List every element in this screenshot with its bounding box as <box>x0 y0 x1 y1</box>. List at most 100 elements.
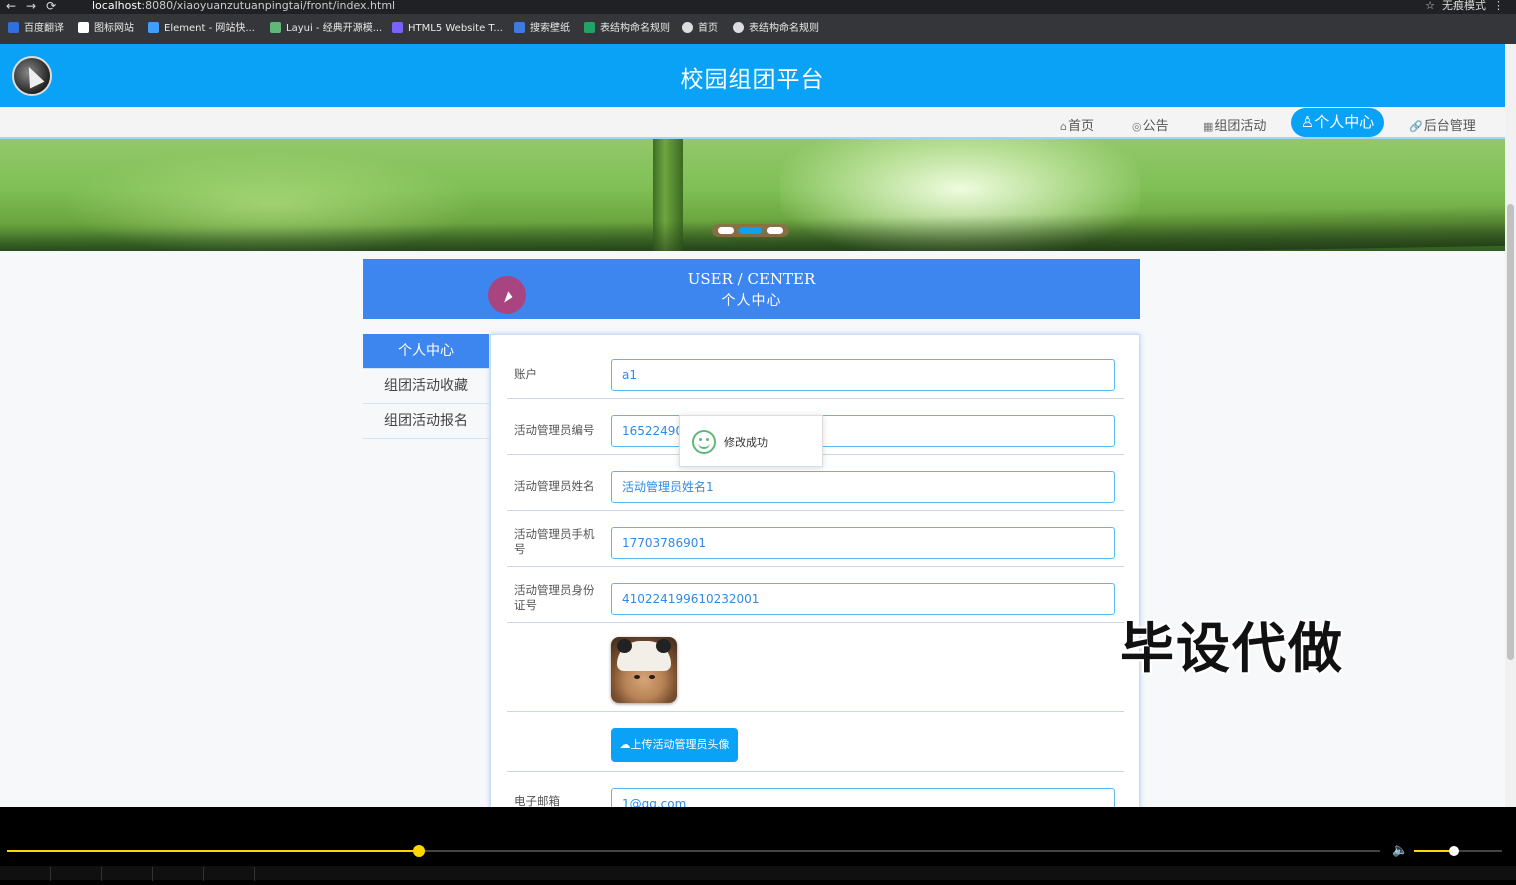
incognito-label: ☆ 无痕模式 ⋮ <box>1425 0 1504 12</box>
profile-form: 账户 a1 活动管理员编号 165224900 活动管理员姓名 活动管理员姓名1… <box>490 334 1140 807</box>
sidebar-item-profile[interactable]: 个人中心 <box>363 334 489 369</box>
scrollbar-thumb[interactable] <box>1507 204 1514 660</box>
volume-slider[interactable] <box>1414 846 1502 856</box>
account-input[interactable]: a1 <box>611 359 1115 391</box>
nav-home[interactable]: ⌂首页 <box>1060 115 1094 134</box>
volume-icon[interactable]: 🔈 <box>1392 843 1408 858</box>
upload-avatar-button[interactable]: ☁上传活动管理员头像 <box>611 728 738 762</box>
nav-user-center[interactable]: ♙个人中心 <box>1291 108 1384 137</box>
seek-progress <box>7 850 419 852</box>
avatar <box>611 637 677 703</box>
form-row-avatar <box>507 623 1124 712</box>
nav-label: 后台管理 <box>1423 119 1476 134</box>
url-field[interactable]: localhost:8080/xiaoyuanzutuanpingtai/fro… <box>92 0 395 12</box>
nav-label: 组团活动 <box>1214 119 1267 134</box>
bookmark[interactable]: 表结构命名规则 <box>733 22 819 36</box>
smile-icon <box>692 430 716 454</box>
admin-phone-input[interactable]: 17703786901 <box>611 527 1115 559</box>
bookmark-label: 表结构命名规则 <box>749 23 819 34</box>
carousel-dot-active[interactable] <box>739 227 762 234</box>
bookmark-label: Layui - 经典开源模... <box>286 23 383 34</box>
main-nav: ⌂首页 ◎公告 ▦组团活动 ♙个人中心 🔗后台管理 <box>0 107 1505 139</box>
bookmark-icon <box>682 22 693 33</box>
user-icon: ♙ <box>1300 113 1315 131</box>
email-input[interactable]: 1@qq.com <box>611 788 1115 807</box>
bookmark-label: 图标网站 <box>94 23 134 34</box>
video-player-bar: 🔈 <box>0 807 1516 881</box>
page: 校园组团平台 ⌂首页 ◎公告 ▦组团活动 ♙个人中心 🔗后台管理 USER / … <box>0 44 1505 807</box>
bookmark-icon <box>733 22 744 33</box>
bookmark-label: 百度翻译 <box>24 23 64 34</box>
form-row-email: 电子邮箱 1@qq.com <box>507 772 1124 807</box>
bookmark[interactable]: 图标网站 <box>78 22 134 36</box>
grid-icon: ▦ <box>1203 120 1214 133</box>
browser-nav-buttons[interactable]: ←→⟳ <box>6 0 66 12</box>
nav-group-activities[interactable]: ▦组团活动 <box>1203 115 1266 134</box>
form-row-account: 账户 a1 <box>507 349 1124 399</box>
thumbnail-strip <box>0 866 1516 881</box>
bookmark[interactable]: HTML5 Website T... <box>392 22 503 36</box>
admin-idcard-input[interactable]: 410224199610232001 <box>611 583 1115 615</box>
bookmark[interactable]: 百度翻译 <box>8 22 64 36</box>
upload-cloud-icon: ☁ <box>619 738 631 751</box>
account-label: 账户 <box>514 367 537 381</box>
admin-name-input[interactable]: 活动管理员姓名1 <box>611 471 1115 503</box>
sidebar-item-registrations[interactable]: 组团活动报名 <box>363 404 489 439</box>
nav-admin[interactable]: 🔗后台管理 <box>1409 115 1476 134</box>
bookmark-label: 搜索壁纸 <box>530 23 570 34</box>
bookmark-icon <box>78 22 89 33</box>
home-icon: ⌂ <box>1060 120 1067 133</box>
bookmark-icon <box>584 22 595 33</box>
browser-address-bar: ←→⟳ localhost:8080/xiaoyuanzutuanpingtai… <box>0 0 1516 14</box>
bookmark-label: HTML5 Website T... <box>408 23 503 34</box>
sidebar-item-favorites[interactable]: 组团活动收藏 <box>363 369 489 404</box>
page-scrollbar[interactable] <box>1505 44 1516 807</box>
site-title: 校园组团平台 <box>680 67 825 93</box>
admin-idcard-label: 活动管理员身份证号 <box>514 583 595 612</box>
carousel-dot[interactable] <box>718 227 734 234</box>
bookmark[interactable]: 表结构命名规则 <box>584 22 670 36</box>
nav-label: 首页 <box>1067 119 1094 134</box>
volume-handle[interactable] <box>1448 846 1459 856</box>
bookmark-icon <box>148 22 159 33</box>
url-path: :8080/xiaoyuanzutuanpingtai/front/index.… <box>141 0 396 12</box>
carousel-dot[interactable] <box>767 227 783 234</box>
user-center-sidebar: 个人中心 组团活动收藏 组团活动报名 <box>363 334 489 439</box>
bookmarks-bar: 百度翻译 图标网站 Element - 网站快... Layui - 经典开源模… <box>0 14 1516 44</box>
nav-label: 个人中心 <box>1314 113 1375 131</box>
nav-announcement[interactable]: ◎公告 <box>1132 115 1169 134</box>
admin-phone-label: 活动管理员手机号 <box>514 527 595 556</box>
admin-id-label: 活动管理员编号 <box>514 423 595 437</box>
bookmark-icon <box>514 22 525 33</box>
bookmark-label: 首页 <box>698 23 718 34</box>
carousel-indicators <box>712 224 789 237</box>
profile-label: 无痕模式 <box>1442 0 1486 12</box>
user-center-title-zh: 个人中心 <box>721 293 782 309</box>
bookmark[interactable]: 搜索壁纸 <box>514 22 570 36</box>
form-row-upload: ☁上传活动管理员头像 <box>507 712 1124 772</box>
link-icon: 🔗 <box>1409 120 1423 133</box>
email-label: 电子邮箱 <box>514 794 560 807</box>
toast-message: 修改成功 <box>724 436 768 449</box>
bookmark[interactable]: Element - 网站快... <box>148 22 255 36</box>
success-toast: 修改成功 <box>679 415 823 467</box>
url-host: localhost <box>92 0 142 12</box>
bookmark[interactable]: 首页 <box>682 22 718 36</box>
user-center-title-en: USER / CENTER <box>687 270 816 288</box>
bookmark[interactable]: Layui - 经典开源模... <box>270 22 382 36</box>
site-header: 校园组团平台 <box>0 44 1505 107</box>
seek-handle[interactable] <box>412 845 425 857</box>
bookmark-icon <box>392 22 403 33</box>
announcement-icon: ◎ <box>1132 120 1142 133</box>
watermark: 毕设代做 <box>1120 617 1344 680</box>
seek-bar[interactable] <box>7 845 1380 857</box>
user-center-header: USER / CENTER 个人中心 <box>363 259 1140 319</box>
volume-level <box>1414 850 1454 852</box>
upload-avatar-label: 上传活动管理员头像 <box>630 738 730 751</box>
banner-carousel <box>0 139 1505 251</box>
bookmark-label: Element - 网站快... <box>164 23 255 34</box>
admin-name-label: 活动管理员姓名 <box>514 479 595 493</box>
bookmark-icon <box>270 22 281 33</box>
bookmark-icon <box>8 22 19 33</box>
nav-label: 公告 <box>1142 119 1169 134</box>
